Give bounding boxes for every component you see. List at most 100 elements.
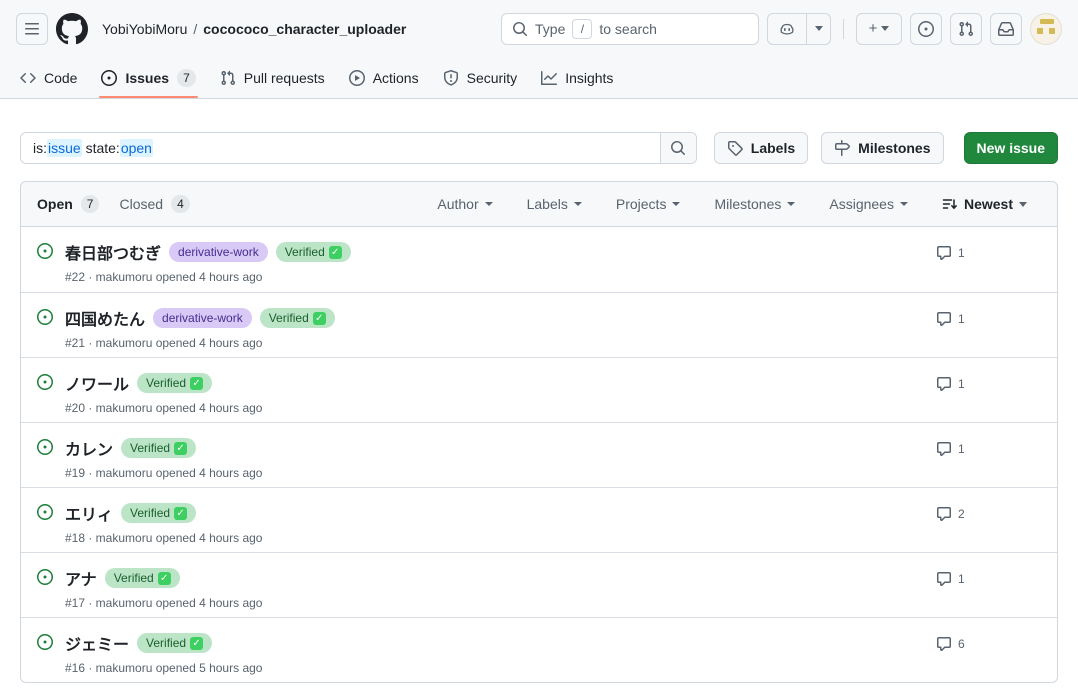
verified-check-emoji: ✓ — [174, 507, 187, 520]
filter-token: is: — [33, 140, 47, 156]
issue-label[interactable]: derivative-work — [153, 308, 252, 328]
sort-dropdown[interactable]: Newest — [942, 196, 1027, 212]
verified-check-emoji: ✓ — [174, 442, 187, 455]
issue-label[interactable]: Verified✓ — [121, 503, 196, 523]
assignees-filter-dropdown[interactable]: Assignees — [829, 196, 908, 212]
comment-icon — [936, 376, 952, 392]
sort-desc-icon — [942, 196, 958, 212]
global-search-input[interactable]: Type / to search — [501, 13, 759, 45]
triangle-down-icon — [1019, 202, 1027, 207]
github-logo[interactable] — [56, 13, 88, 45]
hamburger-menu-button[interactable] — [16, 13, 48, 45]
issue-title[interactable]: 春日部つむぎ — [65, 240, 161, 264]
user-avatar[interactable] — [1030, 13, 1062, 45]
milestones-button[interactable]: Milestones — [821, 132, 943, 164]
labels-filter-dropdown[interactable]: Labels — [527, 196, 582, 212]
tag-icon — [727, 140, 743, 156]
issue-title[interactable]: エリィ — [65, 501, 113, 525]
issue-list: 春日部つむぎ derivative-workVerified✓ #22 · ma… — [21, 227, 1057, 682]
tab-insights[interactable]: Insights — [533, 57, 621, 98]
issue-row: エリィ Verified✓ #18 · makumoru opened 4 ho… — [21, 487, 1057, 552]
sort-label: Newest — [964, 196, 1013, 212]
issues-page-main: is:issue state:open Labels Milestones Ne… — [0, 132, 1078, 683]
filter-search-button[interactable] — [660, 132, 696, 164]
labels-button[interactable]: Labels — [714, 132, 808, 164]
breadcrumb-repo[interactable]: cocococo_character_uploader — [203, 21, 406, 37]
issue-comments-link[interactable]: 6 — [936, 631, 1041, 682]
issue-title-line: ノワール Verified✓ — [65, 371, 936, 395]
issue-labels: Verified✓ — [121, 503, 196, 523]
filter-label: Author — [437, 196, 478, 212]
milestones-filter-dropdown[interactable]: Milestones — [714, 196, 795, 212]
issue-comments-link[interactable]: 2 — [936, 501, 1041, 552]
notifications-inbox-button[interactable] — [990, 13, 1022, 45]
open-count-badge: 7 — [81, 195, 100, 213]
filter-row: is:issue state:open Labels Milestones Ne… — [20, 132, 1058, 164]
issue-label[interactable]: Verified✓ — [121, 438, 196, 458]
issue-labels: Verified✓ — [137, 373, 212, 393]
issue-comment-count: 6 — [958, 636, 965, 652]
issue-title[interactable]: 四国めたん — [65, 306, 145, 330]
issue-label-text: derivative-work — [162, 308, 243, 328]
closed-issues-toggle[interactable]: Closed 4 — [119, 195, 189, 213]
create-new-button[interactable]: + — [856, 13, 902, 45]
issue-label-text: Verified — [285, 242, 325, 262]
issue-row-main: 四国めたん derivative-work Verified✓ #21 · mak… — [65, 306, 936, 357]
issues-dashboard-button[interactable] — [910, 13, 942, 45]
issue-label[interactable]: Verified ✓ — [105, 568, 180, 588]
open-issue-icon — [37, 569, 53, 617]
github-octocat-icon — [56, 13, 88, 45]
tab-issues[interactable]: Issues 7 — [93, 57, 203, 98]
issues-filter-input[interactable]: is:issue state:open — [20, 132, 697, 164]
search-icon — [512, 21, 528, 37]
git-pull-request-icon — [220, 70, 236, 86]
issue-title[interactable]: アナ — [65, 566, 97, 590]
issue-meta: #21 · makumoru opened 4 hours ago — [65, 336, 936, 350]
milestones-button-label: Milestones — [858, 140, 930, 156]
issue-label[interactable]: Verified✓ — [137, 633, 212, 653]
issue-label[interactable]: Verified✓ — [260, 308, 335, 328]
issue-label[interactable]: derivative-work — [169, 242, 268, 262]
open-issues-toggle[interactable]: Open 7 — [37, 195, 99, 213]
shield-icon — [443, 70, 459, 86]
tab-code[interactable]: Code — [12, 57, 85, 98]
issue-labels: derivative-work Verified✓ — [169, 242, 351, 262]
issue-label-text: Verified — [114, 568, 154, 588]
tab-actions[interactable]: Actions — [341, 57, 427, 98]
breadcrumb-owner[interactable]: YobiYobiMoru — [102, 21, 187, 37]
tab-pull-requests[interactable]: Pull requests — [212, 57, 333, 98]
issue-meta: #17 · makumoru opened 4 hours ago — [65, 596, 936, 610]
verified-check-emoji: ✓ — [158, 572, 171, 585]
open-issue-icon — [37, 309, 53, 357]
issue-comment-count: 1 — [958, 571, 965, 587]
issue-row: ジェミー Verified✓ #16 · makumoru opened 5 h… — [21, 617, 1057, 682]
issue-comments-link[interactable]: 1 — [936, 306, 1041, 357]
chevron-down-icon — [881, 26, 889, 31]
new-issue-button[interactable]: New issue — [964, 132, 1058, 164]
issue-title[interactable]: ジェミー — [65, 631, 129, 655]
tab-label: Pull requests — [244, 70, 325, 86]
closed-label: Closed — [119, 196, 163, 212]
repo-tab-bar: Code Issues 7 Pull requests Actions Secu… — [0, 57, 1078, 99]
issue-label[interactable]: Verified✓ — [276, 242, 351, 262]
issue-label[interactable]: Verified✓ — [137, 373, 212, 393]
copilot-button[interactable] — [767, 13, 807, 45]
issue-comments-link[interactable]: 1 — [936, 240, 1041, 292]
avatar-eye-shape — [1049, 28, 1055, 34]
issue-comments-link[interactable]: 1 — [936, 566, 1041, 617]
filter-token-highlighted: open — [120, 139, 153, 157]
git-pull-request-icon — [958, 21, 974, 37]
author-filter-dropdown[interactable]: Author — [437, 196, 492, 212]
projects-filter-dropdown[interactable]: Projects — [616, 196, 681, 212]
issue-comments-link[interactable]: 1 — [936, 436, 1041, 487]
breadcrumb-separator: / — [193, 21, 197, 37]
issue-labels: Verified ✓ — [105, 568, 180, 588]
tab-security[interactable]: Security — [435, 57, 526, 98]
issue-title[interactable]: ノワール — [65, 371, 129, 395]
pull-requests-dashboard-button[interactable] — [950, 13, 982, 45]
issue-title[interactable]: カレン — [65, 436, 113, 460]
issue-comments-link[interactable]: 1 — [936, 371, 1041, 422]
copilot-dropdown-button[interactable] — [807, 13, 831, 45]
plus-icon: + — [869, 20, 878, 37]
avatar-eye-shape — [1037, 28, 1043, 34]
